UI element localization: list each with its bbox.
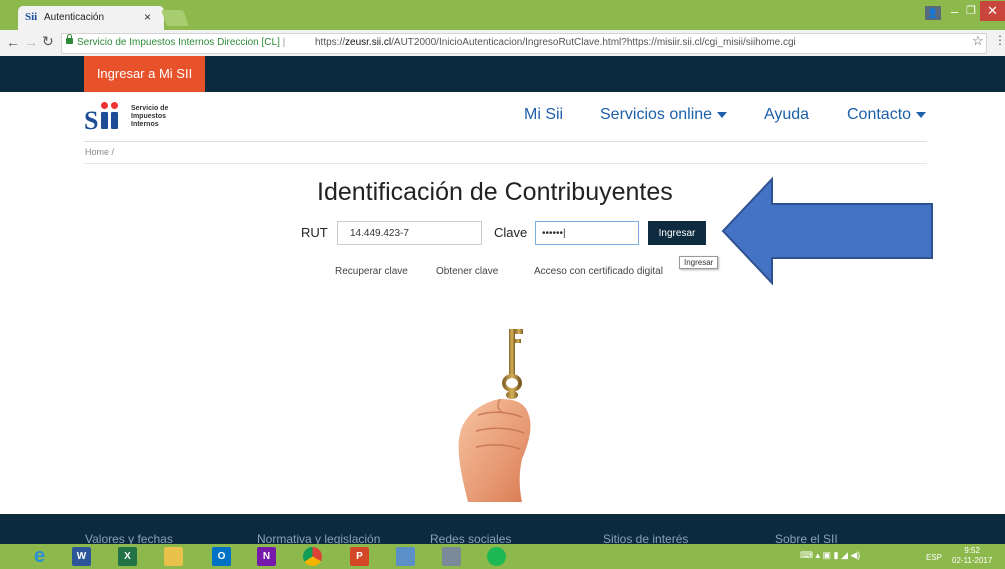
internet-explorer-icon[interactable]: e: [30, 546, 49, 566]
clave-input[interactable]: [535, 221, 639, 245]
nav-mi-sii[interactable]: Mi Sii: [524, 106, 563, 124]
restore-icon[interactable]: ❐: [966, 4, 976, 17]
back-icon[interactable]: ←: [6, 34, 20, 50]
close-window-icon[interactable]: ✕: [980, 1, 1005, 21]
outlook-icon[interactable]: O: [212, 547, 231, 566]
url-text[interactable]: https://zeusr.sii.cl/AUT2000/InicioAuten…: [315, 37, 796, 48]
caret-down-icon: [916, 111, 927, 118]
obtener-clave-link[interactable]: Obtener clave: [436, 266, 498, 277]
bookmark-star-icon[interactable]: ☆: [972, 33, 984, 49]
breadcrumb[interactable]: Home /: [85, 147, 114, 157]
chrome-icon[interactable]: [303, 547, 322, 566]
onenote-icon[interactable]: N: [257, 547, 276, 566]
ingresar-tooltip: Ingresar: [679, 256, 719, 269]
word-icon[interactable]: W: [72, 547, 91, 566]
nav-ayuda[interactable]: Ayuda: [764, 106, 809, 124]
user-icon[interactable]: 👤: [925, 6, 941, 20]
tab-close-icon[interactable]: ×: [144, 10, 151, 24]
address-bar[interactable]: Servicio de Impuestos Internos Direccion…: [61, 33, 987, 54]
lock-icon[interactable]: [66, 34, 73, 44]
excel-icon[interactable]: X: [118, 547, 137, 566]
clock[interactable]: 9:52 02-11-2017: [952, 546, 992, 566]
page-title: Identificación de Contribuyentes: [317, 178, 673, 206]
secure-site-label[interactable]: Servicio de Impuestos Internos Direccion…: [77, 37, 285, 48]
sii-logo-mark: S: [84, 102, 120, 134]
sii-logo-text: Servicio de Impuestos Internos: [131, 105, 169, 128]
sii-favicon-icon: Sii: [25, 11, 38, 23]
new-tab-button[interactable]: [161, 10, 189, 26]
file-explorer-icon[interactable]: [164, 547, 183, 566]
pointer-arrow-icon: [721, 176, 933, 286]
rut-input[interactable]: [337, 221, 482, 245]
key-in-hand-image: [458, 329, 531, 502]
ingresar-button[interactable]: Ingresar: [648, 221, 706, 245]
system-tray[interactable]: ⌨ ▴ ▣ ▮ ◢ ◀): [800, 550, 860, 561]
reload-icon[interactable]: ↻: [42, 33, 54, 50]
browser-title-bar: Sii Autenticación × 👤 – ❐ ✕: [0, 0, 1005, 30]
spotify-icon[interactable]: [487, 547, 506, 566]
nav-contacto[interactable]: Contacto: [847, 106, 927, 124]
powerpoint-icon[interactable]: P: [350, 547, 369, 566]
minimize-icon[interactable]: –: [951, 4, 958, 19]
rut-label: RUT: [301, 225, 328, 240]
scanner-icon[interactable]: [442, 547, 461, 566]
forward-icon[interactable]: →: [24, 34, 38, 50]
calculator-icon[interactable]: [396, 547, 415, 566]
header-divider: [84, 141, 927, 142]
language-indicator[interactable]: ESP: [926, 553, 942, 562]
clave-label: Clave: [494, 225, 528, 240]
browser-tab[interactable]: Sii Autenticación ×: [18, 6, 164, 30]
nav-servicios-online[interactable]: Servicios online: [600, 106, 728, 124]
tab-title: Autenticación: [44, 12, 105, 23]
browser-toolbar: ← → ↻ Servicio de Impuestos Internos Dir…: [0, 30, 1005, 57]
certificado-digital-link[interactable]: Acceso con certificado digital: [534, 266, 663, 277]
ingresar-mi-sii-tab[interactable]: Ingresar a Mi SII: [84, 56, 205, 92]
caret-down-icon: [717, 111, 728, 118]
browser-menu-icon[interactable]: ⋮: [994, 33, 1005, 47]
recuperar-clave-link[interactable]: Recuperar clave: [335, 266, 408, 277]
breadcrumb-divider: [84, 163, 927, 164]
